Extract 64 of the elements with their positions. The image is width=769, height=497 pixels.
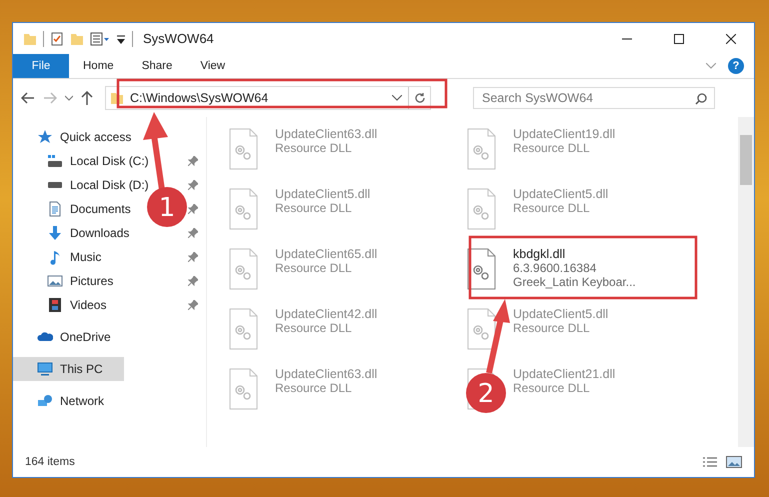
recent-locations-button[interactable]: [65, 95, 73, 101]
downloads-icon: [47, 225, 63, 241]
nav-item[interactable]: OneDrive: [13, 325, 115, 349]
ribbon-tab[interactable]: Share: [128, 54, 186, 78]
computer-icon: [37, 361, 53, 377]
search-icon: [695, 93, 707, 105]
file-detail: Resource DLL: [513, 141, 591, 155]
search-field[interactable]: Search SysWOW64: [473, 87, 715, 109]
close-icon: [726, 34, 736, 44]
up-button[interactable]: [81, 91, 93, 105]
dll-file-icon: [227, 367, 259, 411]
file-detail: Resource DLL: [513, 321, 591, 335]
file-detail: Resource DLL: [275, 321, 353, 335]
ribbon-tab[interactable]: View: [186, 54, 240, 78]
system-drive-icon: [47, 153, 63, 169]
nav-item[interactable]: Local Disk (C:): [13, 149, 153, 173]
file-detail: Resource DLL: [275, 381, 353, 395]
step-number-badge: 1: [147, 187, 187, 227]
pictures-icon: [47, 273, 63, 289]
dll-file-icon: [227, 307, 259, 351]
help-button[interactable]: ?: [728, 58, 744, 74]
file-detail: 6.3.9600.16384: [513, 261, 598, 275]
dll-file-icon: [465, 307, 497, 351]
dll-file-icon: [227, 127, 259, 171]
large-icons-view-icon[interactable]: [726, 456, 742, 468]
scrollbar[interactable]: [738, 117, 754, 447]
properties-icon[interactable]: [50, 32, 64, 46]
chevron-down-icon[interactable]: [392, 95, 402, 101]
customize-dropdown-icon[interactable]: [116, 32, 126, 44]
nav-item[interactable]: Music: [13, 245, 106, 269]
nav-item[interactable]: This PC: [13, 357, 124, 381]
file-name[interactable]: kbdgkl.dll: [513, 247, 636, 261]
nav-item[interactable]: Downloads: [13, 221, 134, 245]
star-icon: [37, 129, 53, 145]
ribbon-tab[interactable]: File: [13, 54, 69, 78]
file-detail: Resource DLL: [275, 141, 353, 155]
videos-icon: [47, 297, 63, 313]
view-options-icon[interactable]: [90, 32, 110, 46]
nav-item[interactable]: Documents: [13, 197, 135, 221]
scroll-thumb[interactable]: [740, 135, 752, 185]
dll-file-icon: [227, 187, 259, 231]
documents-icon: [47, 201, 63, 217]
ribbon-tab[interactable]: Home: [69, 54, 128, 78]
file-detail: Greek_Latin Keyboar...: [513, 275, 636, 289]
dll-file-icon: [465, 187, 497, 231]
network-icon: [37, 393, 53, 409]
details-view-icon[interactable]: [702, 456, 718, 468]
item-count: 164 items: [25, 456, 76, 468]
address-field[interactable]: C:\Windows\SysWOW64: [105, 86, 431, 110]
file-detail: Resource DLL: [513, 381, 591, 395]
step-number-badge: 2: [466, 373, 506, 413]
file-detail: Resource DLL: [275, 261, 353, 275]
file-detail: Resource DLL: [275, 201, 353, 215]
file-detail: Resource DLL: [513, 201, 591, 215]
nav-item[interactable]: Quick access: [13, 125, 136, 149]
nav-item[interactable]: Pictures: [13, 269, 118, 293]
refresh-icon: [414, 92, 426, 104]
nav-item[interactable]: Videos: [13, 293, 110, 317]
dll-file-icon: [227, 247, 259, 291]
nav-item[interactable]: Network: [13, 389, 108, 413]
back-button[interactable]: [21, 92, 35, 104]
dll-file-icon: [465, 127, 497, 171]
window-title: SysWOW64: [143, 31, 215, 46]
maximize-icon: [674, 34, 684, 44]
